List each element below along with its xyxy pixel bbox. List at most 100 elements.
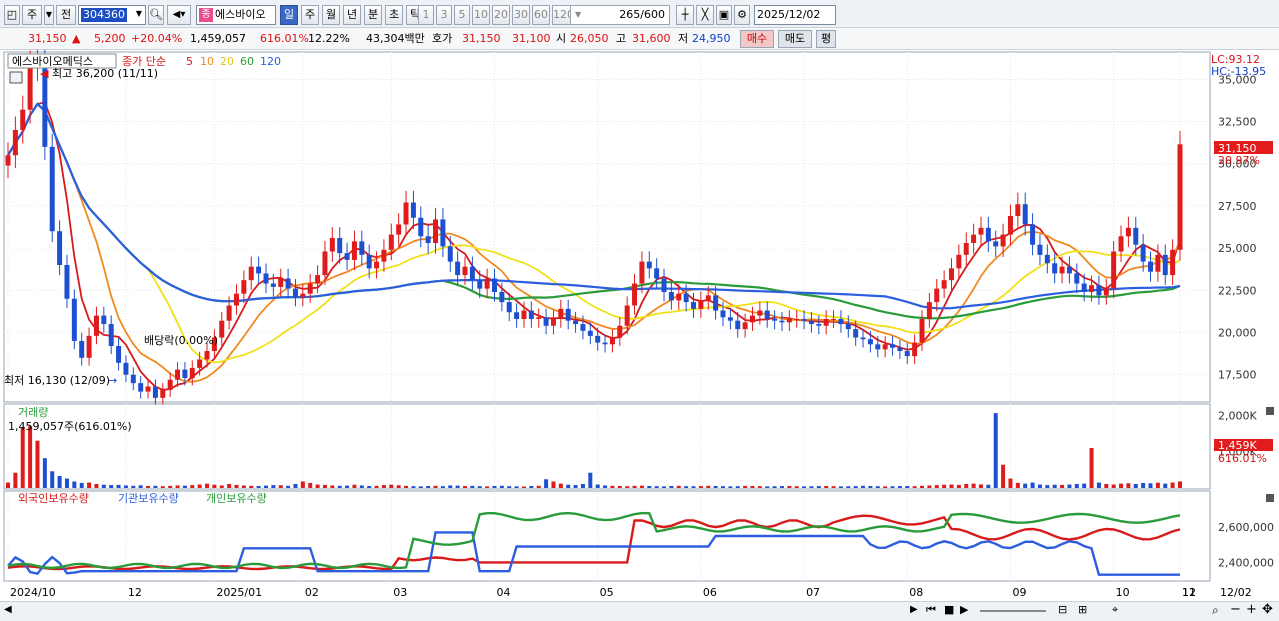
interval-button-20[interactable]: 20 — [492, 5, 510, 25]
zoom-in-icon[interactable]: + — [1246, 602, 1257, 617]
volume-bar — [374, 485, 379, 488]
candle-body — [226, 305, 232, 321]
volume-bar — [1148, 483, 1153, 488]
stock-chart[interactable]: 2024/10 12 2025/01 02 03 04 05 06 07 08 09 10 1112 12… — [0, 50, 1279, 602]
x-axis-label: 09 — [1012, 586, 1026, 599]
save-icon[interactable]: ▣ — [716, 5, 732, 25]
candle-body — [978, 227, 984, 235]
x-axis-label: 08 — [909, 586, 923, 599]
candle-body — [130, 374, 136, 384]
split-icon[interactable]: ⊟ — [1058, 603, 1067, 616]
candle-body — [963, 243, 969, 255]
gear-icon[interactable]: ⚙ — [734, 5, 750, 25]
interval-button-10[interactable]: 10 — [472, 5, 490, 25]
zoom-slider[interactable] — [980, 610, 1046, 612]
volume-bar — [750, 486, 755, 488]
volume-bar — [684, 486, 689, 488]
period-tab-2[interactable]: 월 — [322, 5, 340, 25]
magnifier-icon[interactable]: ⌕ — [1212, 603, 1219, 618]
interval-button-3[interactable]: 3 — [436, 5, 452, 25]
rewind-icon[interactable]: ⏮ — [926, 603, 936, 617]
volume-bar — [79, 482, 84, 488]
interval-button-5[interactable]: 5 — [454, 5, 470, 25]
candle-body — [123, 362, 129, 375]
volume-bar — [1074, 484, 1079, 488]
play-icon[interactable]: ▶ — [960, 603, 968, 616]
period-main-dropdown-icon[interactable]: ▼ — [44, 5, 54, 25]
table-icon[interactable] — [9, 71, 23, 84]
trade-amount: 43,304백만 — [366, 32, 425, 45]
menu-icon[interactable]: ◰ — [4, 5, 20, 25]
stop-icon[interactable]: ■ — [944, 603, 954, 616]
volume-bar — [72, 481, 77, 488]
interval-button-1[interactable]: 1 — [418, 5, 434, 25]
volume-bar — [978, 484, 983, 488]
candle-body — [64, 264, 70, 299]
volume-bar — [920, 485, 925, 488]
zoom-out-icon[interactable]: − — [1230, 602, 1241, 617]
grid-icon[interactable]: ⊞ — [1078, 603, 1087, 616]
volume-bar — [418, 486, 423, 488]
current-pct-tag: 20.97% — [1218, 154, 1260, 167]
period-tab-1[interactable]: 주 — [301, 5, 319, 25]
volume-bar — [580, 484, 585, 488]
low-label: 저 — [678, 32, 689, 45]
tool-icon[interactable]: ⌖ — [1112, 603, 1118, 617]
volume-bar — [883, 486, 888, 488]
prev-button[interactable]: 전 — [56, 5, 76, 25]
date-field[interactable]: 2025/12/02 — [754, 5, 836, 25]
buy-button[interactable]: 매수 — [740, 30, 774, 48]
candle-body — [189, 367, 195, 379]
code-dropdown-icon[interactable]: ▼ — [133, 7, 145, 23]
holdings-panel-close-icon[interactable] — [1266, 494, 1274, 502]
volume-bar — [35, 440, 40, 488]
bar-count-field[interactable]: ▼ 265/600 — [570, 5, 670, 25]
volume-bar — [1008, 478, 1013, 488]
candle-body — [152, 386, 158, 398]
chart-scroll-bar[interactable]: ◀ ▶ ⏮ ■ ▶ ⊟ ⊞ ⌖ ⌕ − + ✥ — [0, 601, 1279, 621]
candle-body — [344, 253, 350, 260]
scroll-left-icon[interactable]: ◀ — [4, 604, 12, 615]
speaker-icon[interactable]: ◀▾ — [167, 5, 191, 25]
period-tab-5[interactable]: 초 — [385, 5, 403, 25]
interval-button-30[interactable]: 30 — [512, 5, 530, 25]
volume-bar — [1126, 483, 1131, 488]
period-tab-3[interactable]: 년 — [343, 5, 361, 25]
candle-body — [322, 251, 328, 276]
candle-body — [816, 324, 822, 326]
candle-icon[interactable]: ┼ — [676, 5, 694, 25]
volume-bar — [190, 485, 195, 488]
candle-body — [93, 315, 99, 336]
period-tab-4[interactable]: 분 — [364, 5, 382, 25]
candle-body — [565, 308, 571, 321]
count-dropdown-icon[interactable]: ▼ — [571, 6, 581, 24]
candle-body — [742, 322, 748, 330]
candle-body — [506, 302, 512, 313]
search-icon[interactable]: 🔍︎ — [148, 5, 164, 25]
volume-bar — [271, 485, 276, 488]
volume-bar — [87, 482, 92, 488]
volume-bar — [389, 484, 394, 488]
candle-body — [698, 300, 704, 309]
candle-body — [292, 288, 298, 298]
scroll-right-icon[interactable]: ▶ — [910, 604, 918, 615]
pan-icon[interactable]: ✥ — [1262, 602, 1273, 617]
candle-body — [425, 236, 431, 244]
candle-body — [359, 241, 365, 255]
stock-name-field[interactable]: 종 에스바이오 — [196, 5, 276, 25]
sell-button[interactable]: 매도 — [778, 30, 812, 48]
candle-body — [49, 146, 55, 232]
period-main-button[interactable]: 주 — [22, 5, 42, 25]
period-tab-0[interactable]: 일 — [280, 5, 298, 25]
volume-bar — [905, 486, 910, 488]
interval-button-60[interactable]: 60 — [532, 5, 550, 25]
volume-bar — [868, 486, 873, 488]
volume-bar — [1155, 482, 1160, 488]
eval-button[interactable]: 평 — [816, 30, 836, 48]
volume-panel-close-icon[interactable] — [1266, 407, 1274, 415]
crosshair-icon[interactable]: ╳ — [696, 5, 714, 25]
candle-body — [587, 330, 593, 336]
volume-axis-label: 2,000K — [1218, 409, 1257, 422]
candle-body — [167, 379, 173, 390]
volume-bar — [816, 486, 821, 488]
